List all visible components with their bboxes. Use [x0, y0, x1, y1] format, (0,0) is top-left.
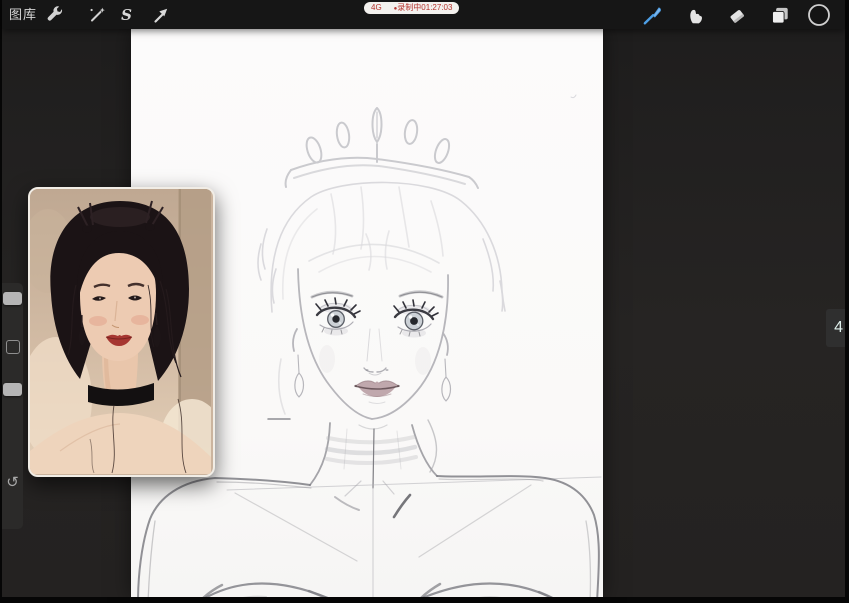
layers-button[interactable] — [766, 0, 793, 29]
smudge-button[interactable] — [681, 0, 708, 29]
transform-icon — [151, 5, 171, 25]
color-button[interactable] — [805, 0, 832, 29]
brush-size-slider[interactable] — [3, 292, 22, 305]
procreate-workspace: 图库 S — [2, 0, 845, 597]
reference-window[interactable] — [28, 187, 215, 477]
transform-button[interactable] — [147, 0, 174, 29]
eraser-icon — [726, 4, 748, 26]
modify-button[interactable] — [6, 340, 20, 354]
brush-button[interactable] — [638, 0, 665, 29]
brush-sidebar: ↺ — [2, 283, 23, 529]
right-edge-tab[interactable]: 4 — [826, 309, 845, 347]
gallery-button[interactable]: 图库 — [9, 0, 37, 29]
undo-button[interactable]: ↺ — [2, 471, 23, 493]
smudge-icon — [684, 4, 706, 26]
wrench-icon — [45, 5, 65, 25]
selection-button[interactable]: S — [113, 0, 140, 29]
recording-status-pill[interactable]: 4G ●录制中01:27:03 — [364, 2, 459, 14]
eraser-button[interactable] — [723, 0, 750, 29]
adjustments-icon — [87, 5, 107, 25]
right-tab-label: 4 — [834, 319, 843, 337]
brush-icon — [641, 4, 663, 26]
brush-opacity-slider[interactable] — [3, 383, 22, 396]
adjustments-button[interactable] — [83, 0, 110, 29]
reference-photo-image — [30, 189, 211, 474]
actions-button[interactable] — [41, 0, 68, 29]
network-indicator: 4G — [371, 2, 382, 14]
recording-timer: 录制中01:27:03 — [397, 3, 452, 12]
screen: 图库 S — [0, 0, 849, 603]
layers-icon — [769, 4, 791, 26]
color-swatch — [807, 3, 831, 27]
selection-icon: S — [121, 6, 132, 24]
